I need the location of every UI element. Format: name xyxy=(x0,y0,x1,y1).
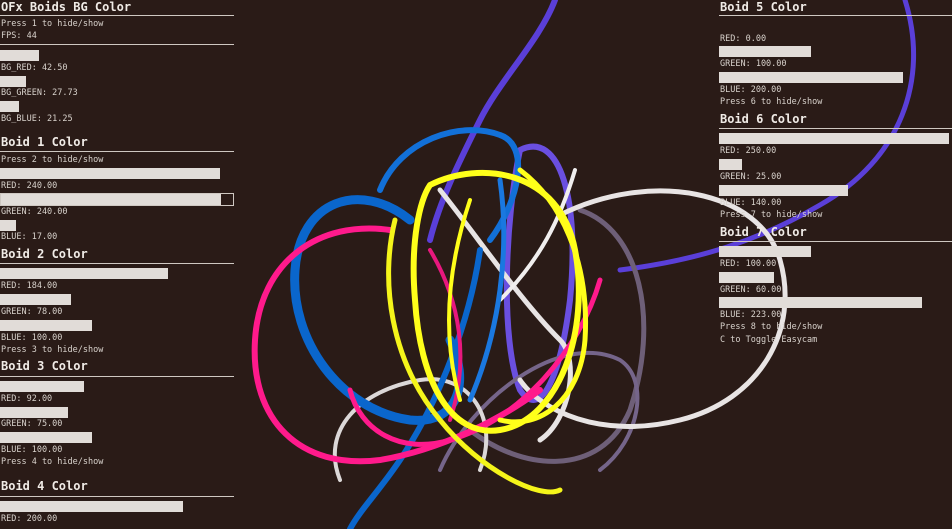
boid5-blue-slider[interactable] xyxy=(719,72,903,83)
boid6-red-label: RED: 250.00 xyxy=(720,146,777,156)
boid4-red-label: RED: 200.00 xyxy=(1,514,58,524)
boid4-title: Boid 4 Color xyxy=(1,479,88,493)
bg-green-slider[interactable] xyxy=(0,76,26,87)
boid2-red-slider[interactable] xyxy=(0,268,168,279)
boid1-green-label: GREEN: 240.00 xyxy=(1,207,68,217)
divider xyxy=(0,376,234,377)
press-hint: Press 1 to hide/show xyxy=(1,19,104,29)
boid1-red-label: RED: 240.00 xyxy=(1,181,58,191)
boid7-blue-label: BLUE: 223.00 xyxy=(720,310,782,320)
boid2-press-hint: Press 3 to hide/show xyxy=(1,345,104,355)
boid2-blue-label: BLUE: 100.00 xyxy=(1,333,63,343)
boid2-red-label: RED: 184.00 xyxy=(1,281,58,291)
divider xyxy=(0,44,234,45)
boid1-title: Boid 1 Color xyxy=(1,135,88,149)
divider xyxy=(719,15,952,16)
bg-blue-label: BG_BLUE: 21.25 xyxy=(1,114,73,124)
boid3-red-label: RED: 92.00 xyxy=(1,394,53,404)
boid2-blue-slider[interactable] xyxy=(0,320,92,331)
boid3-red-slider[interactable] xyxy=(0,381,84,392)
bg-red-label: BG_RED: 42.50 xyxy=(1,63,68,73)
bg-green-label: BG_GREEN: 27.73 xyxy=(1,88,78,98)
boid7-green-label: GREEN: 60.00 xyxy=(720,285,782,295)
boid1-green-slider[interactable] xyxy=(0,193,234,206)
boid3-title: Boid 3 Color xyxy=(1,359,88,373)
boid2-green-label: GREEN: 78.00 xyxy=(1,307,63,317)
boid7-press-hint: Press 8 to hide/show xyxy=(720,322,823,332)
boid2-green-slider[interactable] xyxy=(0,294,71,305)
boid3-green-label: GREEN: 75.00 xyxy=(1,419,63,429)
divider xyxy=(0,15,234,16)
boid3-blue-slider[interactable] xyxy=(0,432,92,443)
boid7-title: Boid 7 Color xyxy=(720,225,807,239)
boid6-title: Boid 6 Color xyxy=(720,112,807,126)
boid6-red-slider[interactable] xyxy=(719,133,949,144)
boid5-green-slider[interactable] xyxy=(719,46,811,57)
boid2-title: Boid 2 Color xyxy=(1,247,88,261)
boid6-green-label: GREEN: 25.00 xyxy=(720,172,782,182)
boid5-title: Boid 5 Color xyxy=(720,0,807,14)
divider xyxy=(0,151,234,152)
boid7-green-slider[interactable] xyxy=(719,272,774,283)
boid1-green-fill xyxy=(1,194,221,205)
trail-magenta-2 xyxy=(347,277,603,447)
boid3-green-slider[interactable] xyxy=(0,407,68,418)
divider xyxy=(719,128,952,129)
boid6-blue-slider[interactable] xyxy=(719,185,848,196)
bg-red-slider[interactable] xyxy=(0,50,39,61)
divider xyxy=(719,241,952,242)
fps-readout: FPS: 44 xyxy=(1,31,37,41)
boid4-red-slider[interactable] xyxy=(0,501,183,512)
boid1-blue-label: BLUE: 17.00 xyxy=(1,232,58,242)
easycam-toggle-hint: C to Toggle Easycam xyxy=(720,335,818,345)
boid1-blue-slider[interactable] xyxy=(0,220,16,231)
boid7-blue-slider[interactable] xyxy=(719,297,922,308)
boid3-blue-label: BLUE: 100.00 xyxy=(1,445,63,455)
boid5-green-label: GREEN: 100.00 xyxy=(720,59,787,69)
panel-title: OFx Boids BG Color xyxy=(1,0,132,14)
divider xyxy=(0,263,234,264)
bg-blue-slider[interactable] xyxy=(0,101,19,112)
boid5-blue-label: BLUE: 200.00 xyxy=(720,85,782,95)
boid6-green-slider[interactable] xyxy=(719,159,742,170)
boid1-press-hint: Press 2 to hide/show xyxy=(1,155,104,165)
boid5-press-hint: Press 6 to hide/show xyxy=(720,97,823,107)
boid5-red-label: RED: 0.00 xyxy=(720,34,767,44)
divider xyxy=(0,496,234,497)
boid6-blue-label: BLUE: 140.00 xyxy=(720,198,782,208)
boid7-red-label: RED: 100.00 xyxy=(720,259,777,269)
boid6-press-hint: Press 7 to hide/show xyxy=(720,210,823,220)
boid3-press-hint: Press 4 to hide/show xyxy=(1,457,104,467)
boid1-red-slider[interactable] xyxy=(0,168,220,179)
boid7-red-slider[interactable] xyxy=(719,246,811,257)
